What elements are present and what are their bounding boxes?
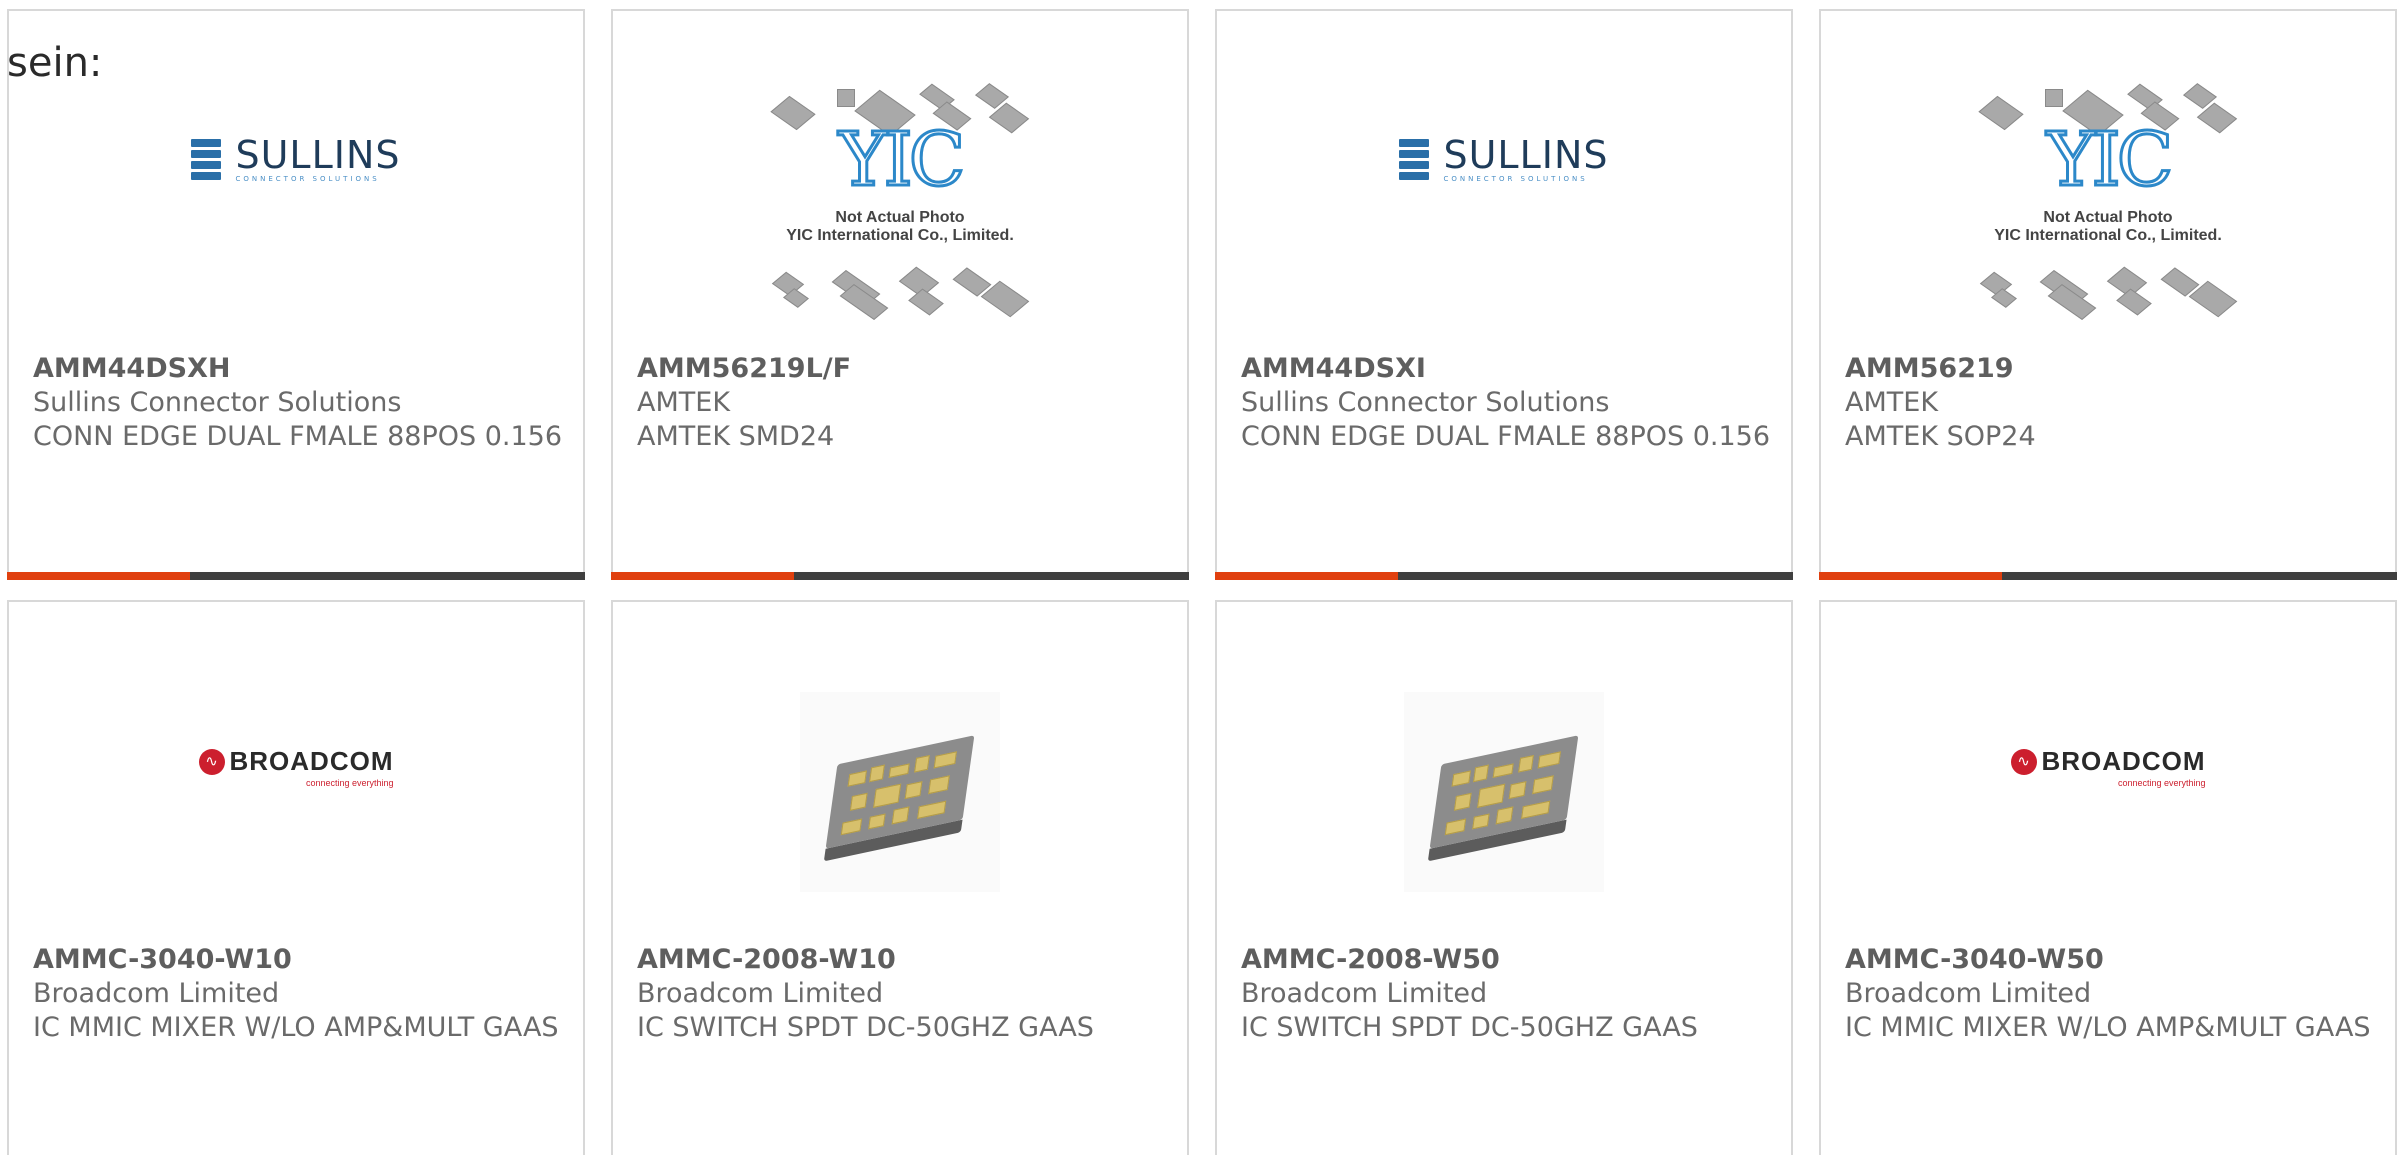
logo-tagline: connecting everything xyxy=(2117,778,2206,788)
part-number-link[interactable]: AMMC-2008-W10 xyxy=(637,943,1167,977)
manufacturer-name: Sullins Connector Solutions xyxy=(1241,387,1610,418)
product-card[interactable]: AMMC-2008-W10 Broadcom Limited IC SWITCH… xyxy=(611,600,1189,1155)
product-image[interactable]: SULLINS CONNECTOR SOLUTIONS xyxy=(1217,79,1791,319)
card-accent-bar xyxy=(1819,572,2002,580)
part-number-link[interactable]: AMM44DSXH xyxy=(33,352,563,386)
product-description: CONN EDGE DUAL FMALE 88POS 0.156 xyxy=(1241,421,1771,452)
card-bottom-bar xyxy=(7,572,585,580)
sullins-logo: SULLINS CONNECTOR SOLUTIONS xyxy=(191,135,400,183)
product-info: AMM56219L/F AMTEK AMTEK SMD24 xyxy=(637,352,1167,454)
product-description: CONN EDGE DUAL FMALE 88POS 0.156 xyxy=(33,421,563,452)
placeholder-note: Not Actual Photo YIC International Co., … xyxy=(1994,209,2222,244)
product-image[interactable]: ∿ BROADCOM connecting everything xyxy=(1821,672,2395,912)
yic-placeholder-image: YIC Not Actual Photo YIC International C… xyxy=(765,79,1035,321)
product-info: AMM56219 AMTEK AMTEK SOP24 xyxy=(1845,352,2375,454)
product-card[interactable]: SULLINS CONNECTOR SOLUTIONS AMM44DSXI Su… xyxy=(1215,9,1793,580)
product-card[interactable]: ∿ BROADCOM connecting everything AMMC-30… xyxy=(1819,600,2397,1155)
part-number-link[interactable]: AMMC-3040-W50 xyxy=(1845,943,2375,977)
product-description: IC SWITCH SPDT DC-50GHZ GAAS xyxy=(1241,1012,1698,1043)
logo-tagline: connecting everything xyxy=(305,778,394,788)
part-number-link[interactable]: AMMC-3040-W10 xyxy=(33,943,563,977)
product-description: IC MMIC MIXER W/LO AMP&MULT GAAS xyxy=(1845,1012,2371,1043)
product-info: AMM44DSXI Sullins Connector Solutions CO… xyxy=(1241,352,1771,454)
yic-logo: YIC xyxy=(2045,117,2175,203)
manufacturer-name: Broadcom Limited xyxy=(33,978,280,1009)
product-info: AMMC-2008-W50 Broadcom Limited IC SWITCH… xyxy=(1241,943,1771,1045)
mmic-package-image xyxy=(800,692,1000,892)
broadcom-logo: ∿ BROADCOM connecting everything xyxy=(198,746,394,788)
manufacturer-name: AMTEK xyxy=(637,387,731,418)
manufacturer-name: Broadcom Limited xyxy=(637,978,884,1009)
card-accent-bar xyxy=(611,572,794,580)
logo-wordmark: SULLINS xyxy=(235,133,401,177)
product-image[interactable]: ∿ BROADCOM connecting everything xyxy=(9,672,583,912)
manufacturer-name: AMTEK xyxy=(1845,387,1939,418)
yic-logo: YIC xyxy=(837,117,967,203)
product-card[interactable]: SULLINS CONNECTOR SOLUTIONS AMM44DSXH Su… xyxy=(7,9,585,580)
logo-wordmark: BROADCOM xyxy=(229,746,394,776)
card-accent-bar xyxy=(1215,572,1398,580)
text-fragment: sein: xyxy=(7,40,103,86)
card-bottom-bar xyxy=(611,572,1189,580)
part-number-link[interactable]: AMM44DSXI xyxy=(1241,352,1771,386)
product-info: AMMC-3040-W50 Broadcom Limited IC MMIC M… xyxy=(1845,943,2375,1045)
card-accent-bar xyxy=(7,572,190,580)
manufacturer-name: Sullins Connector Solutions xyxy=(33,387,402,418)
product-info: AMMC-2008-W10 Broadcom Limited IC SWITCH… xyxy=(637,943,1167,1045)
manufacturer-name: Broadcom Limited xyxy=(1241,978,1488,1009)
manufacturer-name: Broadcom Limited xyxy=(1845,978,2092,1009)
card-bottom-bar xyxy=(1819,572,2397,580)
placeholder-note: Not Actual Photo YIC International Co., … xyxy=(786,209,1014,244)
mmic-package-image xyxy=(1404,692,1604,892)
product-image[interactable]: SULLINS CONNECTOR SOLUTIONS xyxy=(9,79,583,319)
product-card[interactable]: ∿ BROADCOM connecting everything AMMC-30… xyxy=(7,600,585,1155)
product-info: AMM44DSXH Sullins Connector Solutions CO… xyxy=(33,352,563,454)
broadcom-pulse-icon: ∿ xyxy=(198,748,225,775)
part-number-link[interactable]: AMMC-2008-W50 xyxy=(1241,943,1771,977)
sullins-mark-icon xyxy=(191,138,222,180)
yic-placeholder-image: YIC Not Actual Photo YIC International C… xyxy=(1973,79,2243,321)
part-number-link[interactable]: AMM56219L/F xyxy=(637,352,1167,386)
broadcom-logo: ∿ BROADCOM connecting everything xyxy=(2010,746,2206,788)
logo-subtitle: CONNECTOR SOLUTIONS xyxy=(235,175,380,183)
product-info: AMMC-3040-W10 Broadcom Limited IC MMIC M… xyxy=(33,943,563,1045)
logo-wordmark: BROADCOM xyxy=(2041,746,2206,776)
broadcom-pulse-icon: ∿ xyxy=(2010,748,2037,775)
logo-subtitle: CONNECTOR SOLUTIONS xyxy=(1443,175,1588,183)
part-number-link[interactable]: AMM56219 xyxy=(1845,352,2375,386)
product-description: AMTEK SOP24 xyxy=(1845,421,2036,452)
product-description: IC MMIC MIXER W/LO AMP&MULT GAAS xyxy=(33,1012,559,1043)
product-grid: sein: SULLINS CONNECTOR SOLUTIONS AMM44D… xyxy=(0,0,2400,1155)
product-image[interactable]: YIC Not Actual Photo YIC International C… xyxy=(1821,79,2395,321)
product-description: IC SWITCH SPDT DC-50GHZ GAAS xyxy=(637,1012,1094,1043)
product-card[interactable]: YIC Not Actual Photo YIC International C… xyxy=(611,9,1189,580)
card-bottom-bar xyxy=(1215,572,1793,580)
product-description: AMTEK SMD24 xyxy=(637,421,835,452)
product-image[interactable] xyxy=(613,672,1187,912)
sullins-logo: SULLINS CONNECTOR SOLUTIONS xyxy=(1399,135,1608,183)
sullins-mark-icon xyxy=(1399,138,1430,180)
product-image[interactable]: YIC Not Actual Photo YIC International C… xyxy=(613,79,1187,321)
product-card[interactable]: AMMC-2008-W50 Broadcom Limited IC SWITCH… xyxy=(1215,600,1793,1155)
logo-wordmark: SULLINS xyxy=(1443,133,1609,177)
product-image[interactable] xyxy=(1217,672,1791,912)
product-card[interactable]: YIC Not Actual Photo YIC International C… xyxy=(1819,9,2397,580)
